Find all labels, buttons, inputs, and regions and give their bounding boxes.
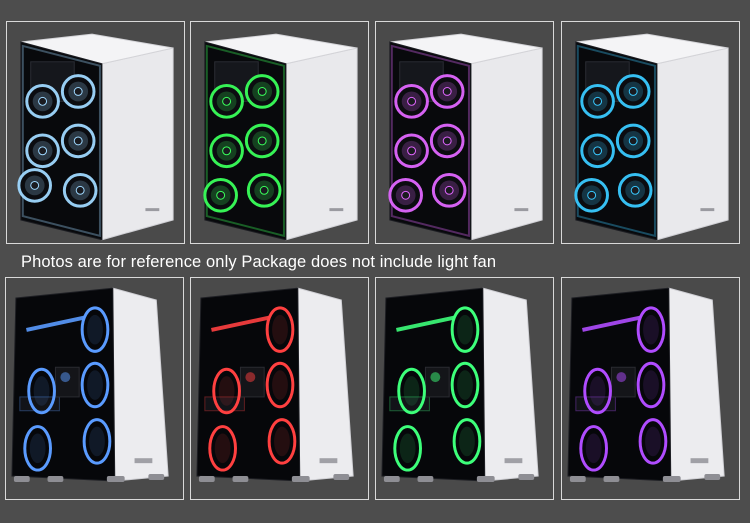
rgb-fan — [60, 74, 96, 109]
photo-tile-bottom-4 — [561, 277, 740, 500]
case-photo — [11, 287, 169, 482]
rgb-fan — [60, 123, 96, 159]
pc-case — [203, 33, 358, 241]
top-photo-row — [0, 21, 750, 246]
bottom-photo-row — [0, 277, 750, 501]
rgb-fan — [615, 74, 651, 109]
case-photo — [203, 33, 358, 241]
rgb-fan — [617, 173, 653, 208]
pc-case — [196, 287, 354, 482]
rgb-fan — [615, 123, 651, 159]
rgb-fan — [246, 173, 282, 208]
case-photo — [567, 287, 725, 482]
photo-tile-bottom-1 — [5, 277, 184, 500]
photo-tile-top-2 — [190, 21, 369, 244]
case-photo — [574, 33, 729, 241]
pc-case — [388, 33, 543, 241]
photo-tile-bottom-2 — [190, 277, 369, 500]
rgb-fan — [25, 84, 60, 119]
rgb-fan — [209, 84, 244, 119]
photo-tile-top-1 — [6, 21, 185, 244]
rgb-fan — [25, 133, 60, 169]
photo-tile-top-4 — [561, 21, 740, 244]
rgb-fan — [394, 84, 429, 119]
pc-case — [17, 33, 174, 241]
rgb-fan — [17, 168, 52, 203]
case-photo — [381, 287, 539, 482]
rgb-fan — [388, 177, 423, 213]
rgb-fan — [209, 133, 244, 169]
photo-tile-top-3 — [375, 21, 554, 244]
rgb-fan — [203, 177, 238, 213]
rgb-fan — [429, 123, 465, 159]
rgb-fan — [394, 133, 429, 169]
case-photo — [17, 33, 174, 241]
rgb-fan — [574, 177, 609, 213]
rgb-fan — [62, 173, 98, 208]
rgb-fan — [429, 74, 465, 109]
rgb-fan — [244, 74, 280, 109]
case-photo — [388, 33, 543, 241]
reference-disclaimer-caption: Photos are for reference only Package do… — [21, 253, 497, 271]
pc-case — [567, 287, 725, 482]
rgb-fan — [431, 173, 467, 208]
pc-case — [574, 33, 729, 241]
pc-case — [381, 287, 539, 482]
case-photo — [196, 287, 354, 482]
pc-case — [11, 287, 169, 482]
photo-tile-bottom-3 — [375, 277, 554, 500]
rgb-fan — [580, 84, 615, 119]
rgb-fan — [244, 123, 280, 159]
rgb-fan — [580, 133, 615, 169]
